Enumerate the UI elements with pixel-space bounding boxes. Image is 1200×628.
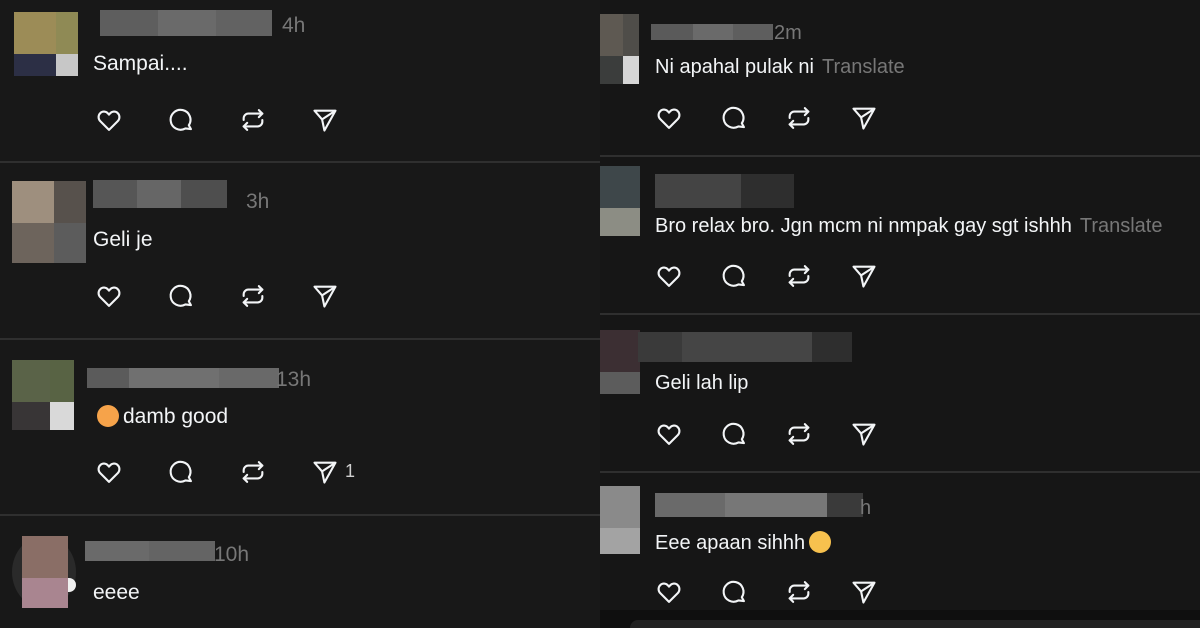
heart-icon[interactable] <box>655 262 685 292</box>
translate-link[interactable]: Translate <box>1080 215 1163 237</box>
share-icon[interactable] <box>850 420 880 450</box>
comment-text: eeee <box>93 581 140 604</box>
bottom-bar <box>600 610 1200 628</box>
username-redacted[interactable] <box>655 493 863 517</box>
bottom-bar-inner <box>630 620 1200 628</box>
comment-text: Sampai.... <box>93 52 188 75</box>
comment-icon[interactable] <box>167 282 197 312</box>
avatar[interactable] <box>600 486 640 554</box>
repost-icon[interactable] <box>785 262 815 292</box>
username-redacted[interactable] <box>651 24 773 40</box>
comment-post: Geli lah lip <box>600 315 1200 471</box>
comment-text: Geli je <box>93 228 153 251</box>
repost-icon[interactable] <box>785 578 815 608</box>
repost-icon[interactable] <box>239 282 269 312</box>
heart-icon[interactable] <box>655 578 685 608</box>
username-redacted[interactable] <box>87 368 279 388</box>
repost-icon[interactable] <box>239 458 269 488</box>
left-comments-column: 4h Sampai.... 3h Geli je 13h damb good 1… <box>0 0 600 628</box>
avatar[interactable] <box>600 166 640 236</box>
share-icon[interactable] <box>850 104 880 134</box>
heart-icon[interactable] <box>95 458 125 488</box>
avatar[interactable] <box>600 330 640 394</box>
heart-icon[interactable] <box>655 104 685 134</box>
heart-icon[interactable] <box>655 420 685 450</box>
timestamp: h <box>860 497 872 519</box>
avatar[interactable] <box>600 14 639 84</box>
username-redacted[interactable] <box>638 332 852 362</box>
share-icon[interactable] <box>311 458 341 488</box>
timestamp: 4h <box>282 14 306 37</box>
comment-text: Bro relax bro. Jgn mcm ni nmpak gay sgt … <box>655 215 1163 237</box>
comment-text: Geli lah lip <box>655 372 749 394</box>
avatar[interactable] <box>12 181 86 263</box>
username-redacted[interactable] <box>100 10 272 36</box>
share-icon[interactable] <box>850 262 880 292</box>
timestamp: 2m <box>774 22 802 44</box>
share-count: 1 <box>345 461 356 481</box>
comment-icon[interactable] <box>720 420 750 450</box>
comment-post: h Eee apaan sihhh <box>600 473 1200 628</box>
share-icon[interactable] <box>311 282 341 312</box>
rolling-eyes-emoji <box>809 531 832 553</box>
comment-post: 3h Geli je <box>0 163 600 338</box>
avatar[interactable] <box>12 536 76 608</box>
comment-text: Ni apahal pulak ni Translate <box>655 56 905 78</box>
timestamp: 10h <box>214 543 250 566</box>
timestamp: 13h <box>276 368 312 391</box>
comment-post: 4h Sampai.... <box>0 0 600 160</box>
comment-text: Eee apaan sihhh <box>655 531 835 555</box>
comment-post: 13h damb good 1 <box>0 340 600 514</box>
comment-icon[interactable] <box>720 104 750 134</box>
username-redacted[interactable] <box>655 174 794 208</box>
smiling-face-emoji <box>97 405 119 427</box>
avatar[interactable] <box>14 12 78 76</box>
comment-icon[interactable] <box>720 578 750 608</box>
heart-icon[interactable] <box>95 106 125 136</box>
comment-post: 2m Ni apahal pulak ni Translate <box>600 0 1200 155</box>
translate-link[interactable]: Translate <box>822 56 905 78</box>
username-redacted[interactable] <box>93 180 227 208</box>
share-icon[interactable] <box>311 106 341 136</box>
comment-text: damb good <box>97 405 228 429</box>
comment-icon[interactable] <box>720 262 750 292</box>
comment-post: 10h eeee <box>0 516 600 628</box>
share-icon[interactable] <box>850 578 880 608</box>
username-redacted[interactable] <box>85 541 215 561</box>
action-bar: 1 <box>95 458 365 488</box>
right-comments-column: 2m Ni apahal pulak ni Translate Bro relax… <box>600 0 1200 628</box>
repost-icon[interactable] <box>239 106 269 136</box>
heart-icon[interactable] <box>95 282 125 312</box>
comment-icon[interactable] <box>167 106 197 136</box>
comment-post: Bro relax bro. Jgn mcm ni nmpak gay sgt … <box>600 157 1200 313</box>
comment-icon[interactable] <box>167 458 197 488</box>
timestamp: 3h <box>246 190 270 213</box>
avatar[interactable] <box>12 360 74 430</box>
repost-icon[interactable] <box>785 104 815 134</box>
repost-icon[interactable] <box>785 420 815 450</box>
